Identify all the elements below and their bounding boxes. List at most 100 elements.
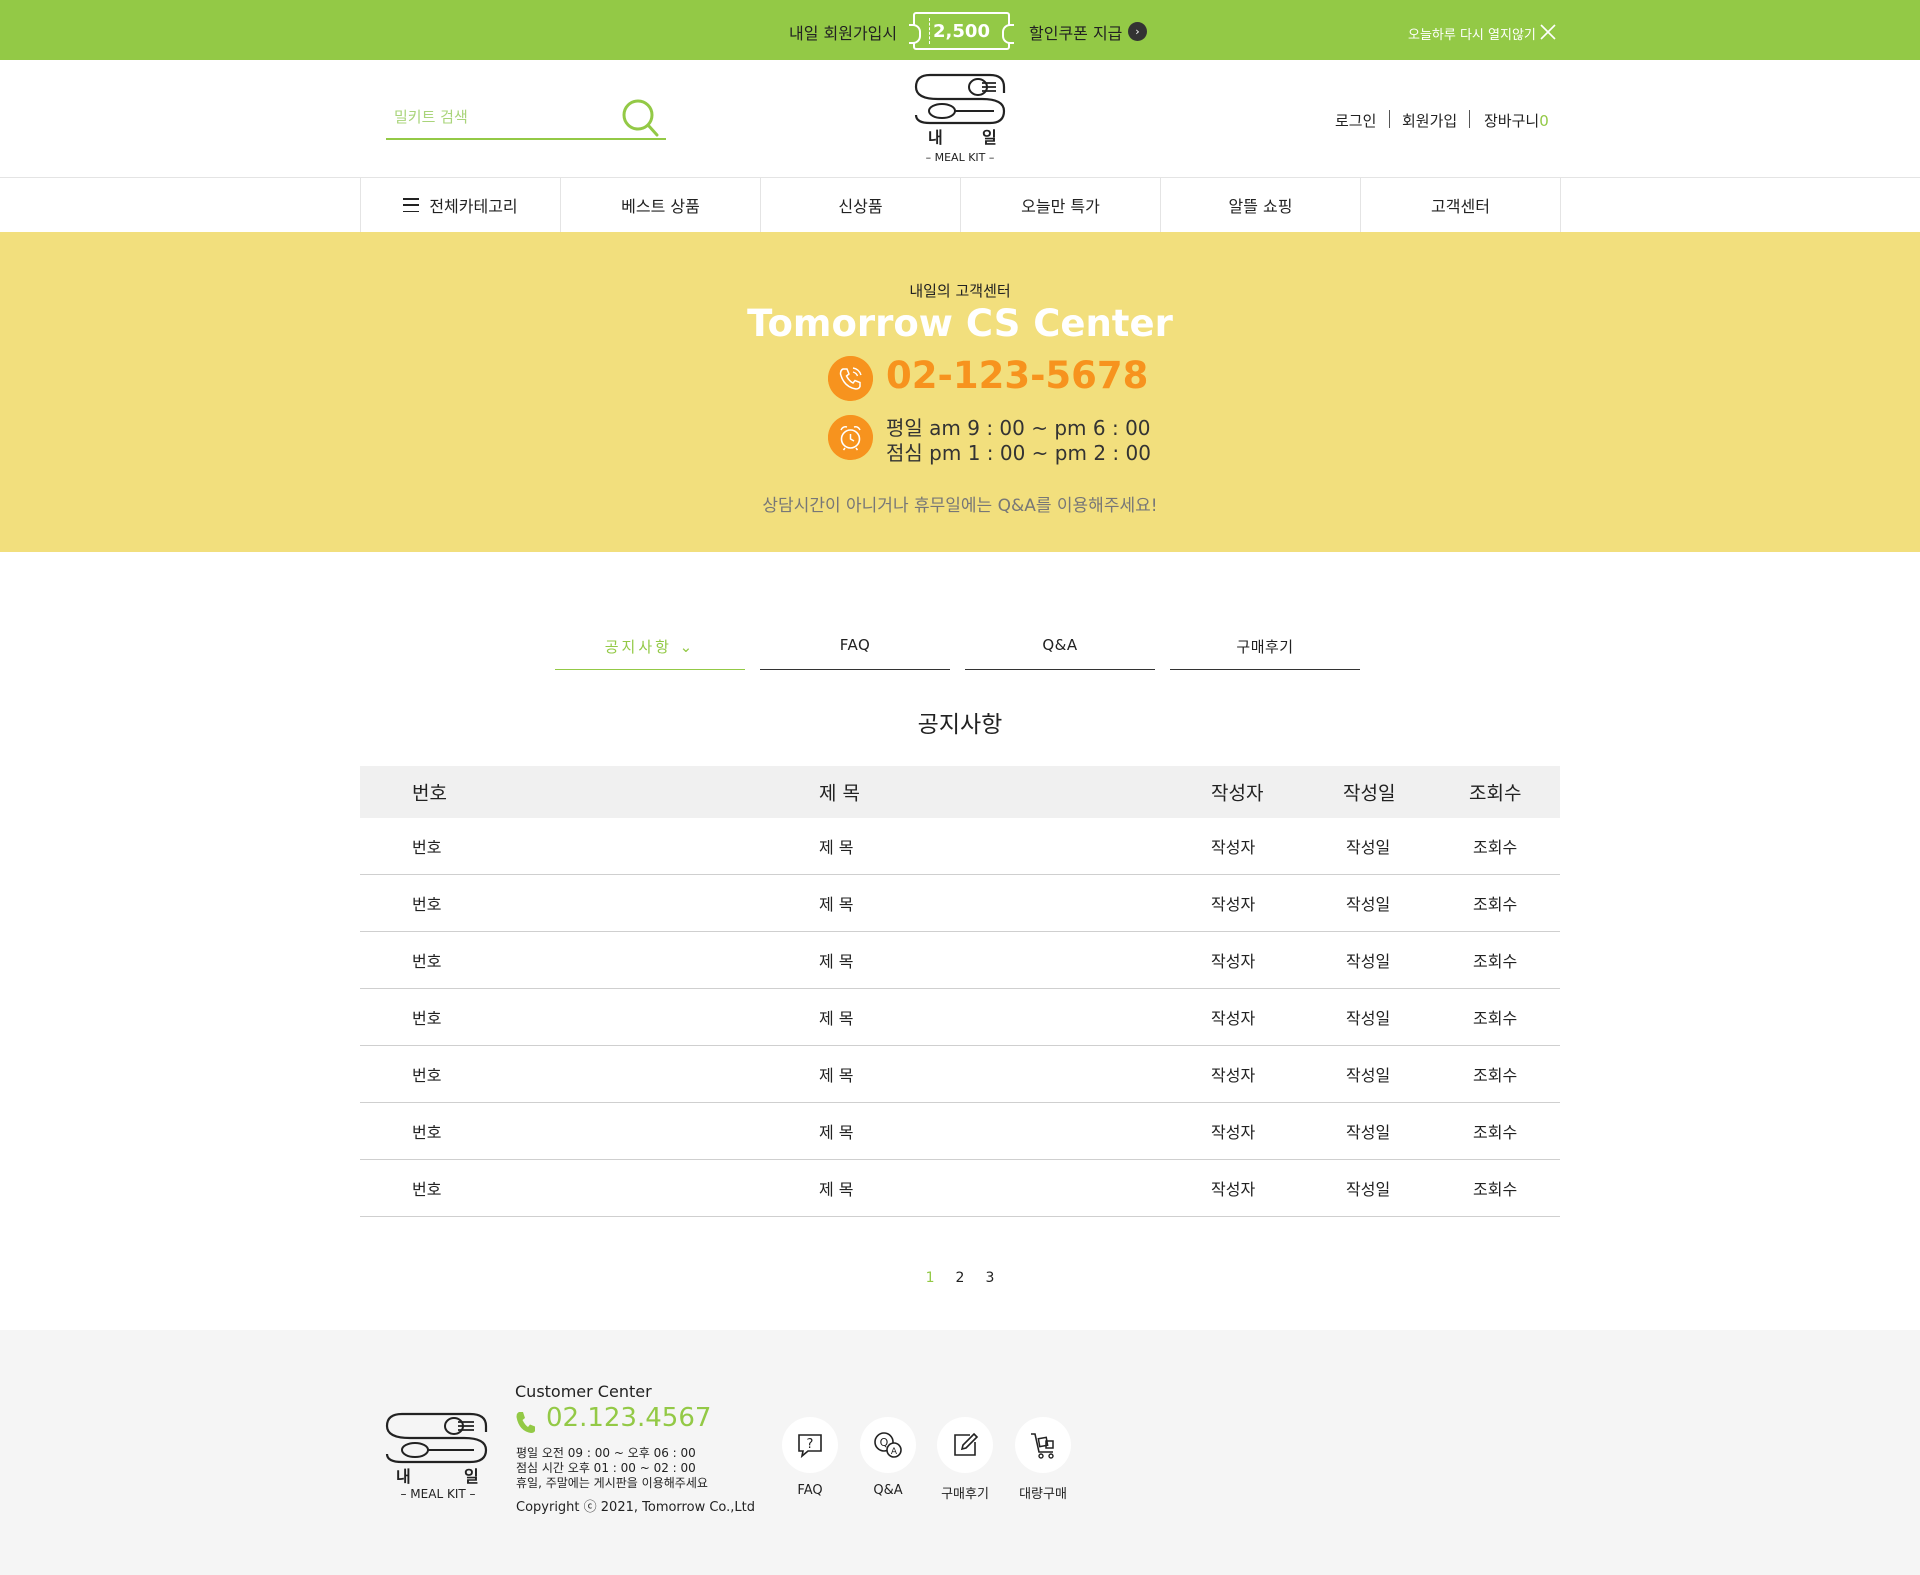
- nav-today-deal[interactable]: 오늘만 특가: [961, 178, 1161, 232]
- bulk-order-icon: [1015, 1417, 1071, 1473]
- table-row[interactable]: 번호 제 목 작성자 작성일 조회수: [360, 818, 1560, 875]
- cell-date: 작성일: [1346, 1066, 1391, 1085]
- table-row[interactable]: 번호 제 목 작성자 작성일 조회수: [360, 989, 1560, 1046]
- footer-link-label: Q&A: [873, 1483, 903, 1498]
- cell-author: 작성자: [1211, 1123, 1256, 1142]
- login-link[interactable]: 로그인: [1335, 110, 1376, 131]
- footer-link-label: 구매후기: [941, 1487, 989, 1502]
- table-header: 번호 제 목 작성자 작성일 조회수: [360, 766, 1560, 818]
- table-row[interactable]: 번호 제 목 작성자 작성일 조회수: [360, 1103, 1560, 1160]
- cell-number: 번호: [412, 838, 442, 857]
- tab-notice[interactable]: 공지사항 ⌄: [555, 636, 745, 670]
- nav-label: 고객센터: [1431, 197, 1490, 216]
- nav-best-products[interactable]: 베스트 상품: [561, 178, 761, 232]
- hero-phone-number[interactable]: 02-123-5678: [886, 354, 1148, 397]
- cell-views: 조회수: [1473, 1066, 1518, 1085]
- cell-title[interactable]: 제 목: [819, 834, 854, 858]
- cell-number: 번호: [412, 895, 442, 914]
- footer-logo-text-left: 내: [396, 1467, 411, 1486]
- nav-thrift-shopping[interactable]: 알뜰 쇼핑: [1161, 178, 1361, 232]
- search-icon[interactable]: [619, 98, 663, 138]
- cell-date: 작성일: [1346, 895, 1391, 914]
- search-input[interactable]: [394, 104, 594, 130]
- join-link[interactable]: 회원가입: [1402, 110, 1457, 131]
- page-link-2[interactable]: 2: [956, 1270, 965, 1286]
- site-header: 내 일 – MEAL KIT – 로그인 회원가입 장바구니0: [0, 60, 1920, 178]
- hours-weekday: 평일 am 9 : 00 ~ pm 6 : 00: [886, 416, 1151, 440]
- cell-number: 번호: [412, 1066, 442, 1085]
- tab-qna[interactable]: Q&A: [965, 636, 1155, 670]
- nav-customer-center[interactable]: 고객센터: [1361, 178, 1561, 232]
- promo-text-after: 할인쿠폰 지급: [1029, 24, 1123, 43]
- dismiss-today-link[interactable]: 오늘하루 다시 열지않기: [1408, 24, 1536, 43]
- svg-text:?: ?: [807, 1437, 814, 1452]
- coupon-badge[interactable]: 2,500: [909, 12, 1014, 50]
- footer-link-faq[interactable]: ? FAQ: [775, 1417, 845, 1498]
- table-row[interactable]: 번호 제 목 작성자 작성일 조회수: [360, 932, 1560, 989]
- pagination: 1 2 3: [0, 1270, 1920, 1286]
- nav-new-products[interactable]: 신상품: [761, 178, 961, 232]
- hero-title: Tomorrow CS Center: [747, 302, 1173, 345]
- logo-subtext: – MEAL KIT –: [926, 151, 995, 164]
- site-logo[interactable]: 내 일 – MEAL KIT –: [908, 69, 1012, 165]
- col-author: 작성자: [1211, 782, 1264, 805]
- close-icon[interactable]: [1538, 22, 1558, 42]
- cell-views: 조회수: [1473, 1180, 1518, 1199]
- table-row[interactable]: 번호 제 목 작성자 작성일 조회수: [360, 1046, 1560, 1103]
- cell-views: 조회수: [1473, 1009, 1518, 1028]
- nav-all-categories[interactable]: 전체카테고리: [361, 178, 561, 232]
- cell-author: 작성자: [1211, 838, 1256, 857]
- logo-text-right: 일: [982, 128, 997, 147]
- phone-icon: [828, 356, 873, 401]
- cell-number: 번호: [412, 1009, 442, 1028]
- cart-count: 0: [1539, 112, 1549, 130]
- page-link-1[interactable]: 1: [926, 1270, 935, 1286]
- cell-date: 작성일: [1346, 1123, 1391, 1142]
- footer-hours: 평일 오전 09 : 00 ~ 오후 06 : 00 점심 시간 오후 01 :…: [516, 1446, 708, 1491]
- svg-text:A: A: [891, 1447, 898, 1457]
- board-title: 공지사항: [917, 712, 1003, 738]
- logo-text-left: 내: [928, 128, 943, 147]
- util-divider: [1389, 110, 1390, 128]
- cell-date: 작성일: [1346, 1009, 1391, 1028]
- footer-link-qna[interactable]: QA Q&A: [853, 1417, 923, 1498]
- cell-author: 작성자: [1211, 952, 1256, 971]
- cell-title[interactable]: 제 목: [819, 1119, 854, 1143]
- promo-text-before: 내일 회원가입시: [789, 24, 898, 43]
- coupon-amount: 2,500: [933, 20, 990, 42]
- review-icon: [937, 1417, 993, 1473]
- tab-review[interactable]: 구매후기: [1170, 636, 1360, 670]
- footer-phone-number[interactable]: 02.123.4567: [546, 1403, 711, 1433]
- cell-author: 작성자: [1211, 895, 1256, 914]
- col-number: 번호: [412, 782, 447, 805]
- tab-faq[interactable]: FAQ: [760, 636, 950, 670]
- footer-cc-label: Customer Center: [515, 1382, 652, 1401]
- cell-title[interactable]: 제 목: [819, 1176, 854, 1200]
- footer-logo[interactable]: 내 일 – MEAL KIT –: [384, 1404, 492, 1501]
- table-row[interactable]: 번호 제 목 작성자 작성일 조회수: [360, 875, 1560, 932]
- cart-link[interactable]: 장바구니0: [1484, 110, 1549, 131]
- hero-note: 상담시간이 아니거나 휴무일에는 Q&A를 이용해주세요!: [762, 496, 1158, 516]
- cell-views: 조회수: [1473, 838, 1518, 857]
- faq-icon: ?: [782, 1417, 838, 1473]
- coupon-perforation: [929, 18, 930, 44]
- table-row[interactable]: 번호 제 목 작성자 작성일 조회수: [360, 1160, 1560, 1217]
- phone-icon: [516, 1412, 535, 1433]
- promo-bar: 내일 회원가입시 2,500 할인쿠폰 지급 › 오늘하루 다시 열지않기: [0, 0, 1920, 60]
- hero-hours: 평일 am 9 : 00 ~ pm 6 : 00 점심 pm 1 : 00 ~ …: [886, 416, 1151, 466]
- cell-views: 조회수: [1473, 952, 1518, 971]
- search-box: [386, 98, 666, 140]
- cell-title[interactable]: 제 목: [819, 891, 854, 915]
- chevron-right-icon[interactable]: ›: [1128, 22, 1147, 41]
- logo-mark: 내 일 – MEAL KIT –: [914, 73, 1006, 164]
- cell-number: 번호: [412, 1123, 442, 1142]
- nav-label: 신상품: [838, 197, 883, 216]
- nav-label: 오늘만 특가: [1021, 197, 1100, 216]
- notice-table: 번호 제 목 작성자 작성일 조회수 번호 제 목 작성자 작성일 조회수 번호…: [360, 766, 1560, 1217]
- footer-link-bulk[interactable]: 대량구매: [1008, 1417, 1078, 1502]
- page-link-3[interactable]: 3: [985, 1270, 994, 1286]
- footer-link-review[interactable]: 구매후기: [930, 1417, 1000, 1502]
- cell-title[interactable]: 제 목: [819, 948, 854, 972]
- cell-title[interactable]: 제 목: [819, 1062, 854, 1086]
- cell-title[interactable]: 제 목: [819, 1005, 854, 1029]
